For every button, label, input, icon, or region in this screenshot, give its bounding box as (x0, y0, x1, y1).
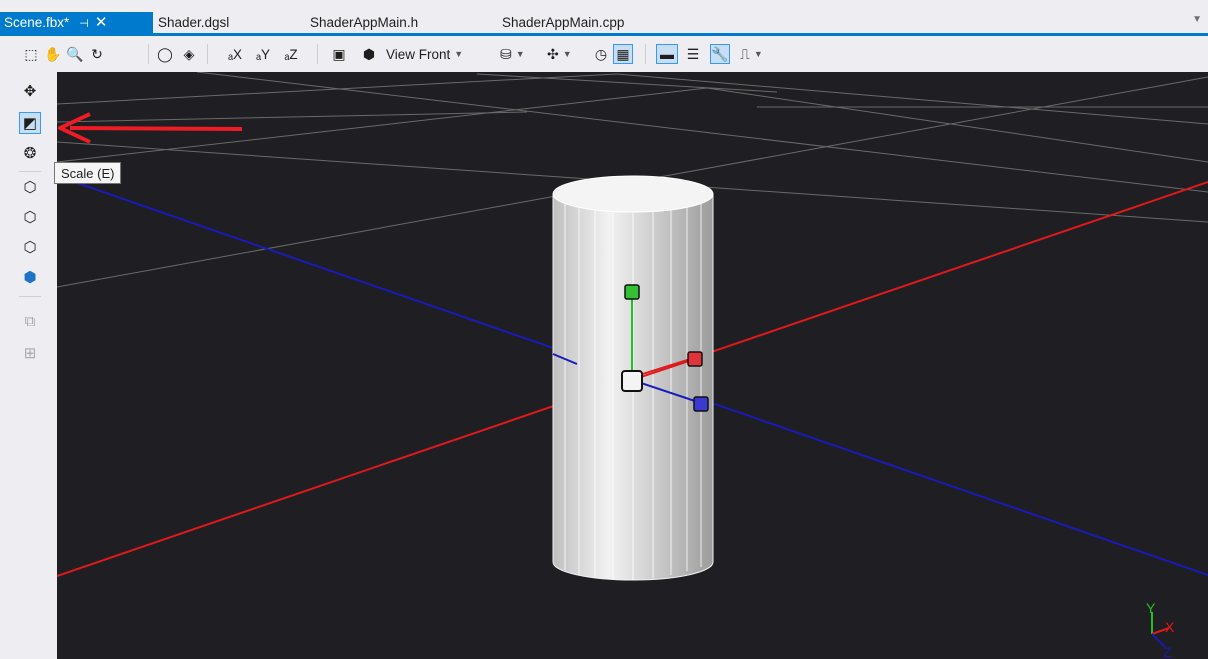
tooltip: Scale (E) (54, 162, 122, 184)
annotation-arrow-icon (58, 112, 243, 144)
annotation-overlay (58, 112, 243, 144)
